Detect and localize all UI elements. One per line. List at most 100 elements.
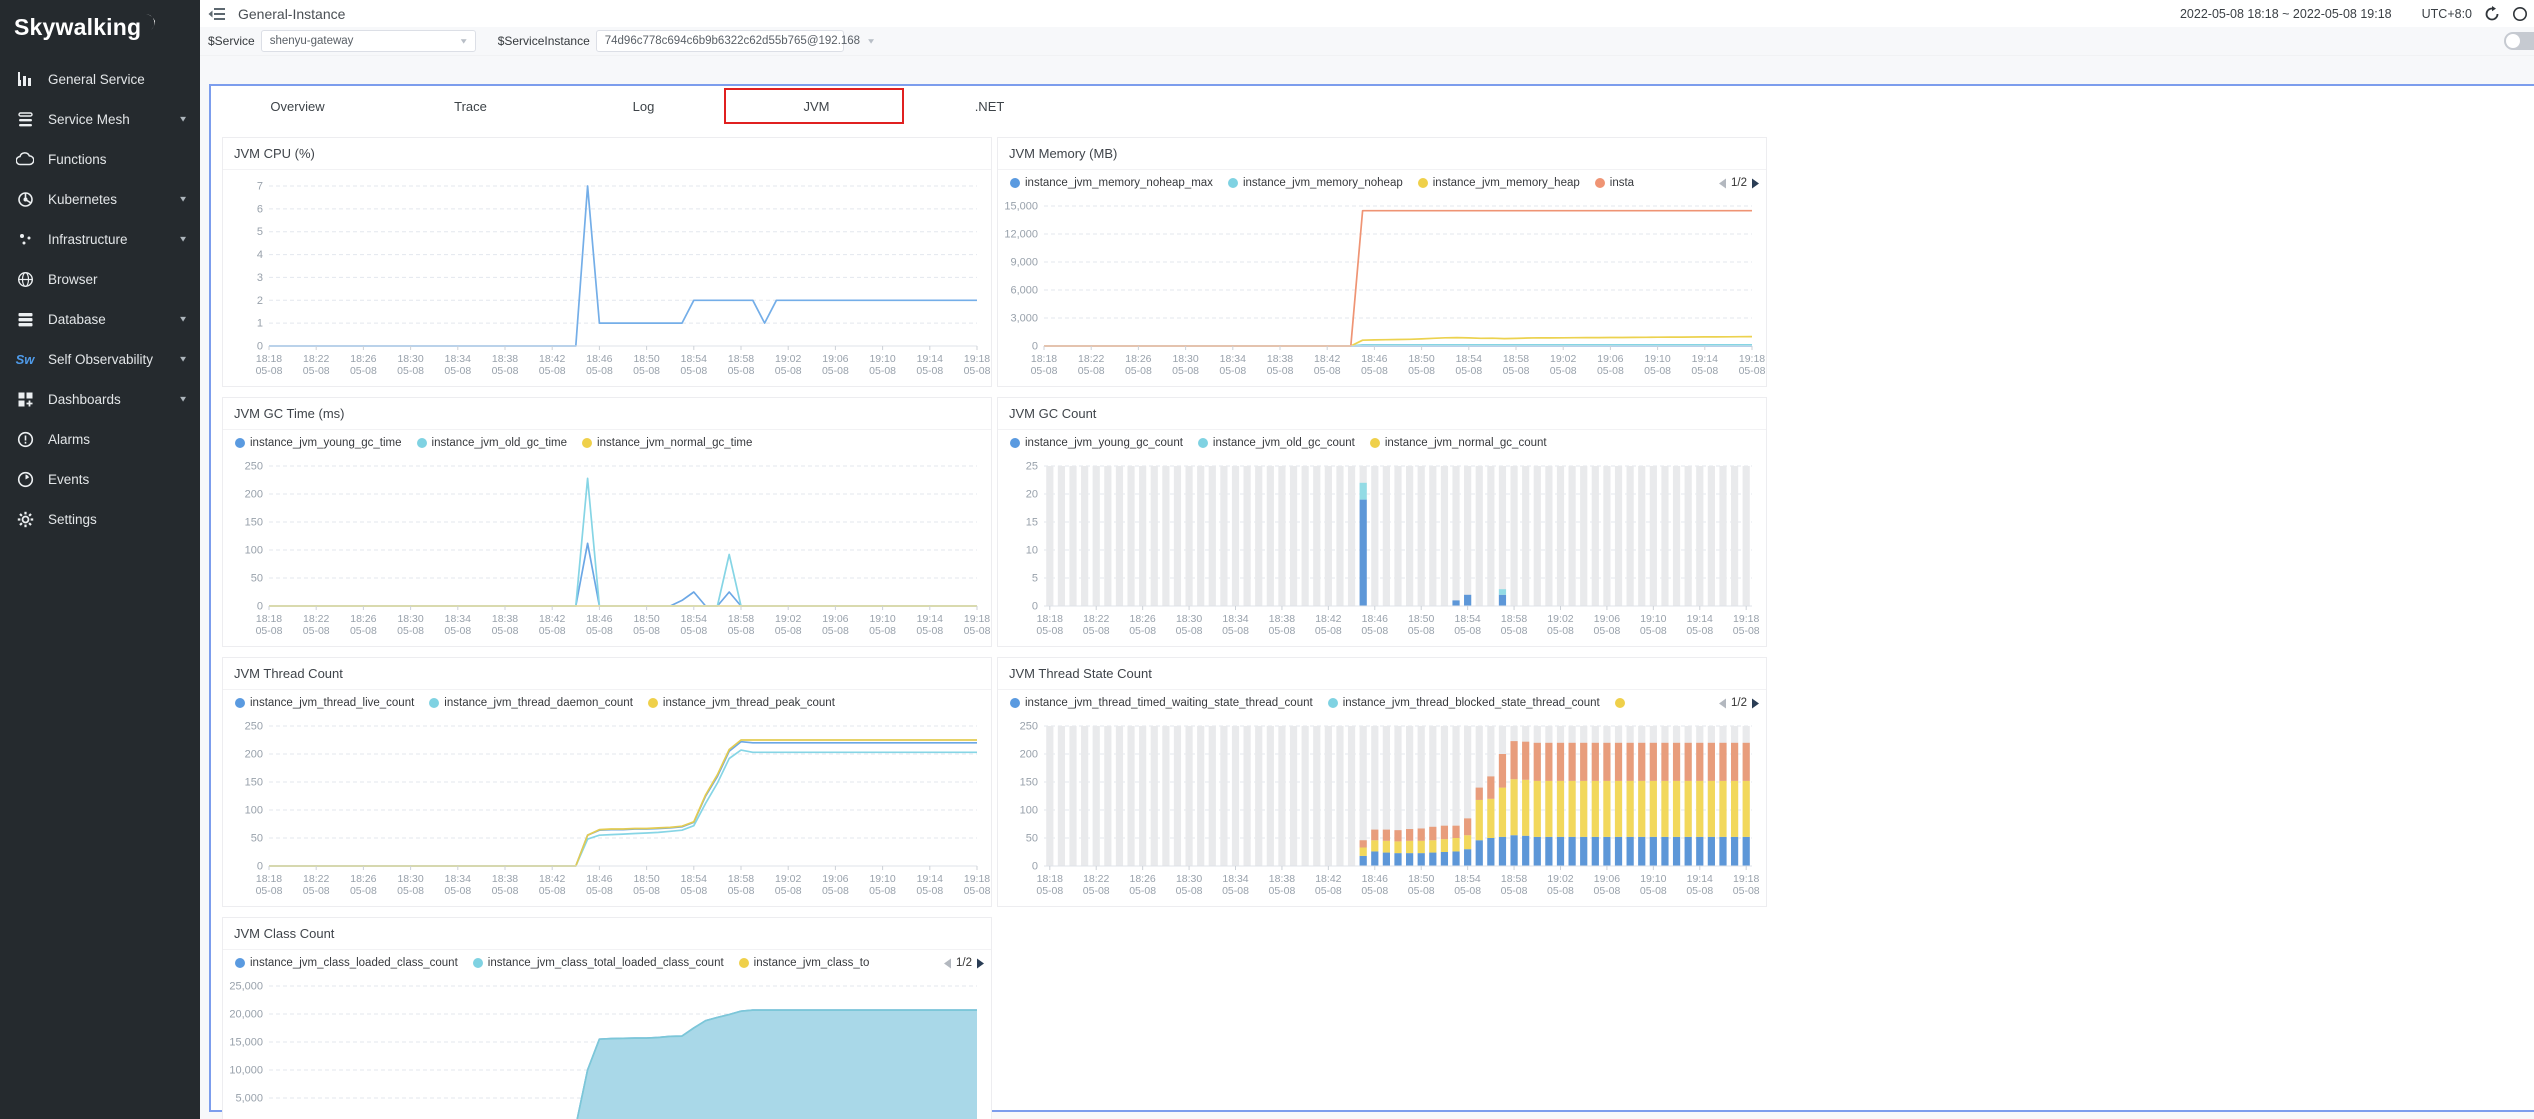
legend-item[interactable]: instance_jvm_class_loaded_class_count xyxy=(235,957,458,969)
svg-text:0: 0 xyxy=(257,861,263,873)
svg-text:05-08: 05-08 xyxy=(869,365,896,377)
legend-item[interactable]: instance_jvm_young_gc_time xyxy=(235,437,402,449)
legend-prev-icon[interactable] xyxy=(1718,178,1727,189)
svg-text:05-08: 05-08 xyxy=(964,365,991,377)
svg-text:18:50: 18:50 xyxy=(1408,353,1434,365)
sidebar-item-self-observability[interactable]: SwSelf Observability▼ xyxy=(0,339,200,379)
time-range-picker[interactable]: 2022-05-08 18:18 ~ 2022-05-08 19:18 xyxy=(2180,7,2392,21)
service-instance-select[interactable]: 74d96c778c694c6b9b6322c62d55b765@192.168… xyxy=(596,30,844,52)
timezone-selector[interactable]: UTC+8:0 xyxy=(2422,7,2472,21)
tab-jvm[interactable]: JVM xyxy=(730,99,903,114)
legend-dot-icon xyxy=(1198,438,1208,448)
sidebar-item-settings[interactable]: Settings xyxy=(0,499,200,539)
legend-next-icon[interactable] xyxy=(1751,178,1760,189)
svg-text:19:06: 19:06 xyxy=(1594,873,1620,885)
chart-canvas-jvm-gc-time[interactable]: 05010015020025018:1805-0818:2205-0818:26… xyxy=(223,456,991,646)
svg-text:50: 50 xyxy=(251,573,263,585)
legend-item[interactable]: instance_jvm_class_to xyxy=(739,957,870,969)
sidebar-item-label: Database xyxy=(48,312,178,327)
legend-item[interactable]: instance_jvm_thread_peak_count xyxy=(648,697,835,709)
legend-dot-icon xyxy=(235,958,245,968)
chart-canvas-jvm-memory[interactable]: 03,0006,0009,00012,00015,00018:1805-0818… xyxy=(998,196,1766,386)
legend-item[interactable]: instance_jvm_old_gc_count xyxy=(1198,437,1355,449)
svg-text:05-08: 05-08 xyxy=(1597,365,1624,377)
chart-canvas-jvm-thread-state-count[interactable]: 05010015020025018:1805-0818:2205-0818:26… xyxy=(998,716,1766,906)
sidebar-item-browser[interactable]: Browser xyxy=(0,259,200,299)
legend-item[interactable]: instance_jvm_memory_noheap_max xyxy=(1010,177,1213,189)
collapse-sidebar-icon[interactable] xyxy=(208,7,226,21)
sidebar-item-events[interactable]: Events xyxy=(0,459,200,499)
legend-item[interactable]: instance_jvm_thread_timed_waiting_state_… xyxy=(1010,697,1313,709)
svg-text:05-08: 05-08 xyxy=(1314,365,1341,377)
legend-item[interactable]: instance_jvm_normal_gc_count xyxy=(1370,437,1547,449)
legend-item[interactable]: instance_jvm_memory_heap xyxy=(1418,177,1580,189)
svg-text:05-08: 05-08 xyxy=(1640,625,1667,637)
edit-mode-toggle[interactable] xyxy=(2504,32,2534,50)
legend-next-icon[interactable] xyxy=(1751,698,1760,709)
legend-prev-icon[interactable] xyxy=(1718,698,1727,709)
svg-text:05-08: 05-08 xyxy=(1547,625,1574,637)
chart-card-jvm-cpu: JVM CPU (%)0123456718:1805-0818:2205-081… xyxy=(222,137,992,387)
svg-text:05-08: 05-08 xyxy=(1222,885,1249,897)
svg-text:18:50: 18:50 xyxy=(1408,873,1434,885)
legend-item[interactable]: instance_jvm_class_total_loaded_class_co… xyxy=(473,957,724,969)
legend-prev-icon[interactable] xyxy=(943,958,952,969)
legend-item[interactable]: insta xyxy=(1595,177,1634,189)
grid-icon xyxy=(16,390,34,408)
legend-next-icon[interactable] xyxy=(976,958,985,969)
clock-icon[interactable] xyxy=(2512,6,2528,22)
tab-trace[interactable]: Trace xyxy=(384,99,557,114)
tab-net[interactable]: .NET xyxy=(903,99,1076,114)
svg-text:19:10: 19:10 xyxy=(869,873,895,885)
chart-card-jvm-thread-count: JVM Thread Countinstance_jvm_thread_live… xyxy=(222,657,992,907)
svg-text:05-08: 05-08 xyxy=(492,365,519,377)
chart-canvas-jvm-gc-count[interactable]: 051015202518:1805-0818:2205-0818:2605-08… xyxy=(998,456,1766,646)
legend-item[interactable]: instance_jvm_young_gc_count xyxy=(1010,437,1183,449)
svg-text:05-08: 05-08 xyxy=(539,885,566,897)
alarm-icon xyxy=(16,430,34,448)
svg-text:05-08: 05-08 xyxy=(1454,625,1481,637)
chart-canvas-jvm-thread-count[interactable]: 05010015020025018:1805-0818:2205-0818:26… xyxy=(223,716,991,906)
refresh-icon[interactable] xyxy=(2484,6,2500,22)
sw-icon: Sw xyxy=(16,350,34,368)
svg-text:18:38: 18:38 xyxy=(1267,353,1293,365)
svg-text:18:30: 18:30 xyxy=(397,353,423,365)
sidebar-item-database[interactable]: Database▼ xyxy=(0,299,200,339)
svg-text:05-08: 05-08 xyxy=(728,365,755,377)
legend-item[interactable] xyxy=(1615,698,1630,708)
legend-item[interactable]: instance_jvm_memory_noheap xyxy=(1228,177,1403,189)
sidebar-item-general-service[interactable]: General Service xyxy=(0,59,200,99)
svg-text:05-08: 05-08 xyxy=(869,885,896,897)
tab-log[interactable]: Log xyxy=(557,99,730,114)
legend-label: instance_jvm_memory_noheap_max xyxy=(1025,177,1213,189)
sidebar-item-functions[interactable]: Functions xyxy=(0,139,200,179)
sidebar-item-service-mesh[interactable]: Service Mesh▼ xyxy=(0,99,200,139)
svg-text:10: 10 xyxy=(1026,545,1038,557)
sidebar-item-label: Settings xyxy=(48,512,188,527)
service-select[interactable]: shenyu-gateway ▼ xyxy=(261,30,476,52)
legend-item[interactable]: instance_jvm_thread_live_count xyxy=(235,697,414,709)
legend-item[interactable]: instance_jvm_old_gc_time xyxy=(417,437,568,449)
legend-item[interactable]: instance_jvm_thread_blocked_state_thread… xyxy=(1328,697,1600,709)
legend-item[interactable]: instance_jvm_normal_gc_time xyxy=(582,437,752,449)
legend-label: instance_jvm_class_to xyxy=(754,957,870,969)
legend-item[interactable]: instance_jvm_thread_daemon_count xyxy=(429,697,633,709)
svg-text:05-08: 05-08 xyxy=(964,885,991,897)
app-logo[interactable]: Skywalking xyxy=(0,0,200,51)
sidebar-item-kubernetes[interactable]: Kubernetes▼ xyxy=(0,179,200,219)
legend-label: instance_jvm_thread_timed_waiting_state_… xyxy=(1025,697,1313,709)
legend-label: instance_jvm_memory_heap xyxy=(1433,177,1580,189)
sidebar-item-dashboards[interactable]: Dashboards▼ xyxy=(0,379,200,419)
svg-text:18:18: 18:18 xyxy=(1037,613,1063,625)
chart-card-jvm-class-count: JVM Class Countinstance_jvm_class_loaded… xyxy=(222,917,992,1119)
svg-text:05-08: 05-08 xyxy=(492,885,519,897)
sidebar-item-alarms[interactable]: Alarms xyxy=(0,419,200,459)
sidebar-item-infrastructure[interactable]: Infrastructure▼ xyxy=(0,219,200,259)
svg-text:15: 15 xyxy=(1026,517,1038,529)
tab-overview[interactable]: Overview xyxy=(211,99,384,114)
chart-canvas-jvm-class-count[interactable]: 05,00010,00015,00020,00025,00018:1805-08… xyxy=(223,976,991,1119)
svg-text:18:50: 18:50 xyxy=(633,353,659,365)
svg-text:18:38: 18:38 xyxy=(492,613,518,625)
svg-text:100: 100 xyxy=(245,545,263,557)
chart-canvas-jvm-cpu[interactable]: 0123456718:1805-0818:2205-0818:2605-0818… xyxy=(223,170,991,386)
